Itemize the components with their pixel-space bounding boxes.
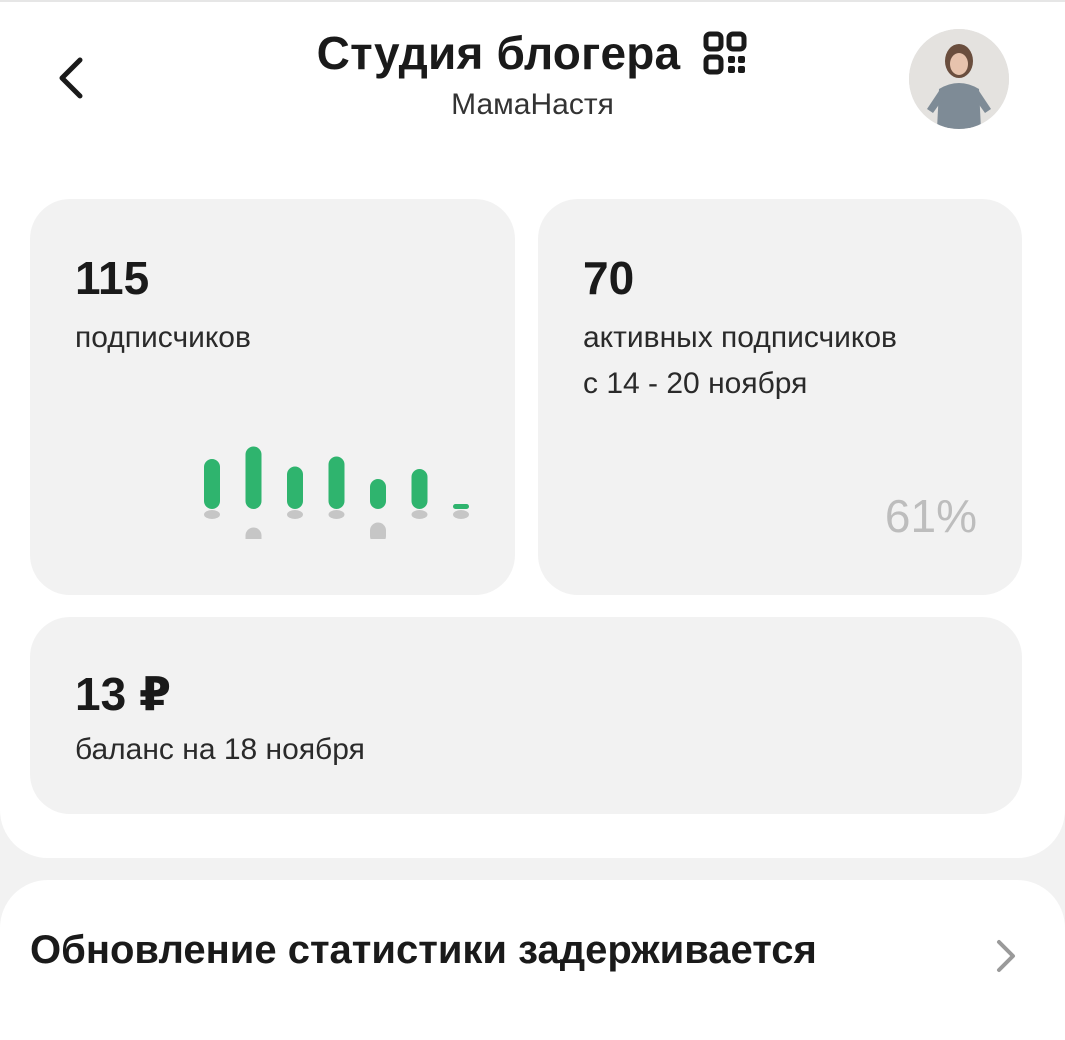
- mini-chart-bar-negative: [370, 522, 386, 539]
- notice-text: Обновление статистики задерживается: [30, 928, 817, 972]
- mini-chart-bar-positive: [204, 459, 220, 509]
- mini-chart-bar-positive: [370, 479, 386, 509]
- mini-chart-bar-positive: [328, 456, 345, 509]
- active-subscribers-label: активных подписчиков с 14 - 20 ноября: [583, 315, 897, 407]
- subscribers-count: 115: [75, 252, 150, 304]
- balance-label: баланс на 18 ноября: [75, 733, 365, 766]
- mini-chart-bar-negative: [245, 527, 262, 539]
- mini-chart-bar-negative: [328, 510, 345, 519]
- active-subscribers-card[interactable]: 70 активных подписчиков с 14 - 20 ноября…: [538, 199, 1022, 595]
- active-subscribers-count: 70: [583, 252, 635, 304]
- stats-delay-notice[interactable]: Обновление статистики задерживается: [0, 880, 1065, 1040]
- qr-button[interactable]: [702, 30, 748, 76]
- active-subscribers-label-line1: активных подписчиков: [583, 321, 897, 354]
- page-title: Студия блогера: [316, 27, 681, 79]
- mini-chart-bar-negative: [287, 510, 303, 519]
- mini-chart-bar-positive: [287, 466, 303, 509]
- subscribers-label: подписчиков: [75, 321, 251, 354]
- balance-card[interactable]: 13 ₽ баланс на 18 ноября: [30, 617, 1022, 814]
- mini-chart-bar-negative: [453, 510, 469, 519]
- mini-chart-bar-negative: [204, 510, 220, 519]
- mini-chart-bar-positive: [245, 446, 262, 509]
- subscribers-mini-chart: [204, 446, 469, 539]
- qr-code-icon: [703, 31, 747, 75]
- back-button[interactable]: [40, 46, 104, 110]
- active-percent: 61%: [884, 490, 977, 542]
- mini-chart-bar-positive: [411, 469, 428, 509]
- mini-chart-bar-positive: [453, 504, 469, 509]
- active-subscribers-period: с 14 - 20 ноября: [583, 367, 808, 400]
- balance-amount: 13 ₽: [75, 668, 171, 720]
- studio-header-sheet: Студия блогера МамаНастя 115 подписчиков…: [0, 0, 1065, 858]
- avatar-image: [909, 29, 1009, 129]
- subscribers-card[interactable]: 115 подписчиков: [30, 199, 515, 595]
- avatar[interactable]: [909, 29, 1009, 129]
- title-block: Студия блогера МамаНастя: [230, 26, 835, 122]
- chevron-right-icon: [997, 940, 1015, 972]
- chevron-left-icon: [59, 57, 83, 99]
- mini-chart-bar-negative: [411, 510, 428, 519]
- channel-name: МамаНастя: [451, 88, 614, 121]
